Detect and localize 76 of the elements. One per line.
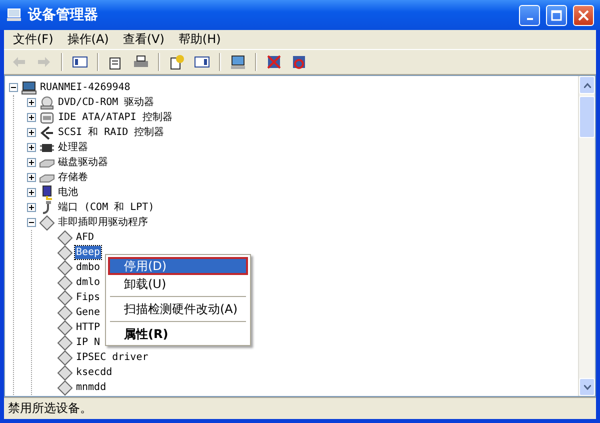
- minimize-icon: [526, 18, 532, 20]
- minus-icon: [29, 220, 34, 225]
- close-icon: [578, 10, 589, 20]
- tree-item[interactable]: 处理器: [57, 141, 89, 154]
- context-menu-item[interactable]: 卸载(U): [108, 275, 248, 293]
- tree-item[interactable]: Beep: [75, 246, 102, 259]
- tree-item[interactable]: HTTP: [75, 321, 102, 334]
- controller-icon: [39, 110, 55, 126]
- computer-icon: [6, 7, 22, 23]
- diamond-icon: [39, 214, 55, 230]
- menu-item[interactable]: 文件(F): [6, 31, 60, 48]
- tree-item[interactable]: dmlo: [75, 276, 102, 289]
- plus-icon: [29, 190, 34, 195]
- menu-item[interactable]: 操作(A): [60, 31, 116, 48]
- diamond-icon: [57, 260, 73, 276]
- tree-item[interactable]: SCSI 和 RAID 控制器: [57, 126, 166, 139]
- diamond-icon: [57, 364, 73, 380]
- close-button[interactable]: [573, 4, 594, 26]
- plus-icon: [29, 145, 34, 150]
- tree-item[interactable]: 非即插即用驱动程序: [57, 216, 149, 229]
- expand-toggle[interactable]: [27, 173, 36, 182]
- menu-item[interactable]: 查看(V): [116, 31, 172, 48]
- diamond-icon: [57, 334, 73, 350]
- diamond-icon: [57, 230, 73, 246]
- menu-item[interactable]: 帮助(H): [171, 31, 228, 48]
- expand-toggle[interactable]: [27, 98, 36, 107]
- expand-toggle[interactable]: [27, 218, 36, 227]
- status-text: 禁用所选设备。: [8, 400, 92, 417]
- scroll-thumb[interactable]: [579, 96, 595, 138]
- tree-item[interactable]: Fips: [75, 291, 102, 304]
- expand-toggle[interactable]: [27, 143, 36, 152]
- tree-item[interactable]: IP N: [75, 336, 102, 349]
- tree-item[interactable]: RUANMEI-4269948: [39, 81, 132, 94]
- plus-icon: [29, 160, 34, 165]
- plus-icon: [29, 205, 34, 210]
- window-title: 设备管理器: [28, 6, 99, 24]
- minus-icon: [11, 85, 16, 90]
- diamond-icon: [57, 274, 73, 290]
- plus-icon: [29, 130, 34, 135]
- diamond-icon: [57, 380, 73, 396]
- diamond-icon: [57, 320, 73, 336]
- expand-toggle[interactable]: [27, 203, 36, 212]
- context-menu-item[interactable]: 停用(D): [108, 257, 248, 275]
- expand-toggle[interactable]: [27, 113, 36, 122]
- expand-toggle[interactable]: [27, 128, 36, 137]
- tree-item[interactable]: DVD/CD-ROM 驱动器: [57, 96, 156, 109]
- tree-item[interactable]: 端口 (COM 和 LPT): [57, 201, 156, 214]
- scrollbar[interactable]: [578, 76, 595, 396]
- context-menu-item[interactable]: 扫描检测硬件改动(A): [108, 300, 248, 318]
- expand-toggle[interactable]: [27, 158, 36, 167]
- diamond-icon: [57, 350, 73, 366]
- tree-item[interactable]: AFD: [75, 231, 96, 244]
- plus-icon: [29, 115, 34, 120]
- plus-icon: [29, 175, 34, 180]
- tree-item[interactable]: 电池: [57, 186, 79, 199]
- tree-item[interactable]: dmbo: [75, 261, 102, 274]
- expand-toggle[interactable]: [27, 188, 36, 197]
- tree-item[interactable]: ksecdd: [75, 366, 114, 379]
- computer-icon: [21, 80, 37, 96]
- tree-item[interactable]: 存储卷: [57, 171, 89, 184]
- connector-icon: [39, 124, 55, 140]
- tree-item[interactable]: 磁盘驱动器: [57, 156, 109, 169]
- tree-item[interactable]: IDE ATA/ATAPI 控制器: [57, 111, 174, 124]
- diamond-icon: [57, 290, 73, 306]
- tree-item[interactable]: IPSEC driver: [75, 351, 150, 364]
- minimize-button[interactable]: [519, 4, 540, 26]
- maximize-icon: [551, 10, 562, 20]
- plus-icon: [29, 100, 34, 105]
- tree-item[interactable]: Gene: [75, 306, 102, 319]
- expand-toggle[interactable]: [9, 83, 18, 92]
- context-menu-item[interactable]: 属性(R): [108, 325, 248, 343]
- disc-drive-icon: [39, 94, 55, 110]
- maximize-button[interactable]: [546, 4, 567, 26]
- diamond-icon: [57, 244, 73, 260]
- diamond-icon: [57, 304, 73, 320]
- tree-item[interactable]: mnmdd: [75, 381, 108, 394]
